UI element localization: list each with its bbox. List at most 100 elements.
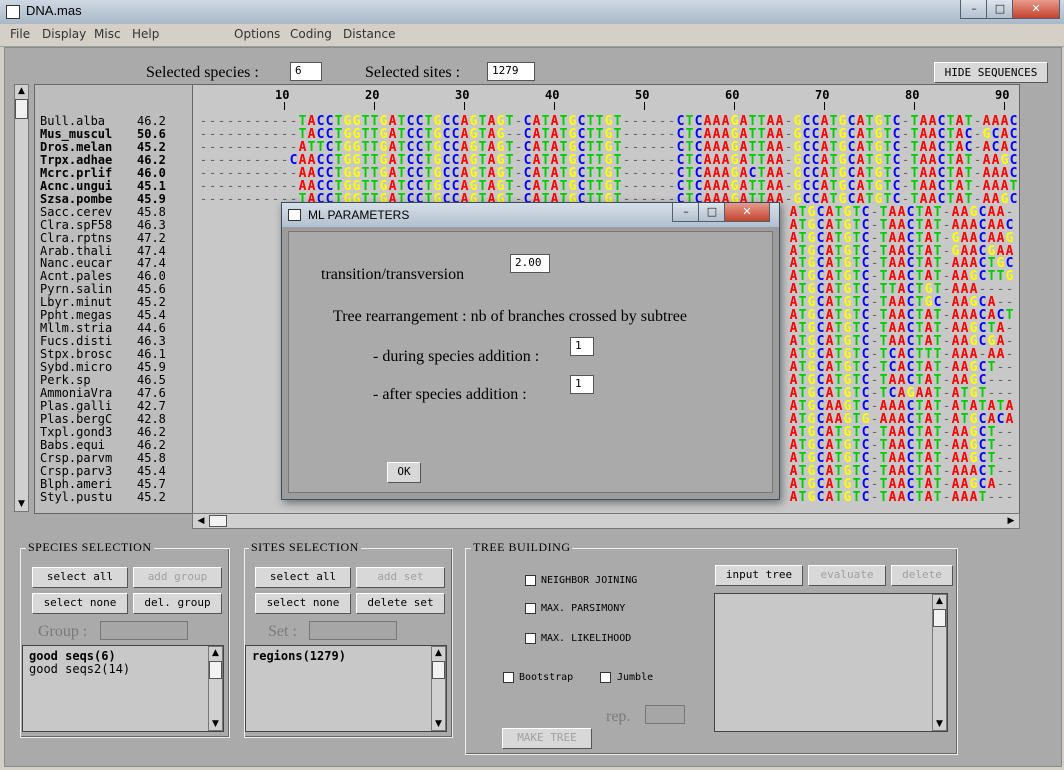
list-item[interactable]: good seqs(6): [29, 649, 116, 663]
set-name-input[interactable]: [309, 621, 397, 640]
species-row[interactable]: Styl.pustu 45.2: [40, 490, 166, 504]
sites-select-all-button[interactable]: select all: [255, 567, 351, 588]
jumble-checkbox[interactable]: [600, 672, 611, 683]
max-parsimony-checkbox[interactable]: [525, 603, 536, 614]
max-likelihood-checkbox[interactable]: [525, 633, 536, 644]
delete-set-button[interactable]: delete set: [356, 593, 445, 614]
vertical-scrollbar[interactable]: ▲ ▼: [14, 84, 29, 512]
groups-list-scrollbar[interactable]: ▲ ▼: [208, 646, 223, 731]
sequence-row[interactable]: ----------CAACCTGGTTGATCCTGCCAGTAGT-CATA…: [199, 154, 1019, 167]
delete-tree-button[interactable]: delete: [891, 565, 953, 586]
scroll-thumb[interactable]: [933, 609, 946, 627]
add-group-button[interactable]: add group: [133, 567, 222, 588]
sets-list-scrollbar[interactable]: ▲ ▼: [431, 646, 446, 731]
add-set-button[interactable]: add set: [356, 567, 445, 588]
selected-species-field[interactable]: 6: [290, 62, 322, 81]
menu-help[interactable]: Help: [132, 27, 159, 41]
species-score: 46.0: [137, 165, 166, 180]
species-name: Szsa.pombe: [40, 191, 113, 206]
trees-list[interactable]: ▲ ▼: [714, 593, 948, 732]
dialog-maximize-button[interactable]: □: [698, 203, 726, 222]
sites-select-none-button[interactable]: select none: [255, 593, 351, 614]
window-title: DNA.mas: [26, 3, 82, 18]
sites-sets-list[interactable]: regions(1279) ▲ ▼: [245, 645, 447, 732]
menu-options[interactable]: Options: [234, 27, 280, 41]
scroll-right-icon[interactable]: ▶: [1005, 515, 1017, 527]
horizontal-scrollbar[interactable]: ◀ ▶: [192, 513, 1020, 529]
minimize-button[interactable]: –: [960, 0, 988, 19]
ruler-label: 20: [365, 88, 380, 102]
sequence-row[interactable]: ATGCAAGTG-AAACTAT-ATGCACA: [789, 413, 1014, 426]
dialog-minimize-button[interactable]: –: [672, 203, 700, 222]
sequence-row[interactable]: ATGCATGTC-TAACTAT-AAGCAA-: [789, 206, 1014, 219]
ok-button[interactable]: OK: [387, 462, 421, 483]
scroll-thumb[interactable]: [15, 99, 28, 119]
scroll-thumb[interactable]: [209, 661, 222, 679]
group-name-input[interactable]: [100, 621, 188, 640]
species-select-all-button[interactable]: select all: [32, 567, 128, 588]
input-tree-button[interactable]: input tree: [715, 565, 803, 586]
del-group-button[interactable]: del. group: [133, 593, 222, 614]
scroll-up-icon[interactable]: ▲: [15, 85, 28, 97]
during-addition-input[interactable]: 1: [570, 337, 594, 356]
sequence-row[interactable]: ATGCATGTC-TAACTAT-AAGCT--: [789, 439, 1014, 452]
scroll-thumb[interactable]: [432, 661, 445, 679]
menu-misc[interactable]: Misc: [94, 27, 121, 41]
scroll-down-icon[interactable]: ▼: [933, 718, 946, 730]
species-score: 45.8: [137, 204, 166, 219]
sequence-row[interactable]: ATGCATGTC-TAACTAT-GAACAAG: [789, 232, 1014, 245]
menu-distance[interactable]: Distance: [343, 27, 395, 41]
evaluate-button[interactable]: evaluate: [808, 565, 886, 586]
close-button[interactable]: ✕: [1012, 0, 1060, 19]
sequence-row[interactable]: ATGCATGTC-TAACTAT-AAGCA--: [789, 478, 1014, 491]
bootstrap-checkbox[interactable]: [503, 672, 514, 683]
hscroll-thumb[interactable]: [209, 515, 227, 527]
species-name: Lbyr.minut: [40, 295, 113, 310]
rep-input[interactable]: [645, 705, 685, 724]
sequence-row[interactable]: ATGCATGTC-TAACTAT-AAGCT--: [789, 426, 1014, 439]
ruler-tick: [734, 102, 735, 110]
menu-display[interactable]: Display: [42, 27, 86, 41]
sequence-row[interactable]: ATGCATGTC-TAACTAT-AAACT--: [789, 465, 1014, 478]
hide-sequences-button[interactable]: HIDE SEQUENCES: [934, 62, 1048, 83]
dialog-titlebar[interactable]: ML PARAMETERS – □ ✕: [282, 203, 779, 227]
scroll-down-icon[interactable]: ▼: [15, 498, 28, 510]
list-item[interactable]: good seqs2(14): [29, 662, 130, 676]
species-select-none-button[interactable]: select none: [32, 593, 128, 614]
dialog-close-button[interactable]: ✕: [724, 203, 770, 222]
ruler-tick: [464, 102, 465, 110]
menu-coding[interactable]: Coding: [290, 27, 332, 41]
sequence-row[interactable]: ATGCATGTC-TAACTAT-AAACAAC: [789, 219, 1014, 232]
sequence-row[interactable]: -----------ATTCTGGTTGATCCTGCCAGTAGT-CATA…: [199, 141, 1019, 154]
species-name: Sacc.cerev: [40, 204, 113, 219]
species-score: 50.6: [137, 126, 166, 141]
selected-sites-field[interactable]: 1279: [487, 62, 535, 81]
after-addition-input[interactable]: 1: [570, 375, 594, 394]
trees-list-scrollbar[interactable]: ▲ ▼: [932, 594, 947, 731]
sequence-row[interactable]: ATGCATGTC-TCAGAAT-ATGT---: [789, 387, 1014, 400]
species-name: Txpl.gond3: [40, 424, 113, 439]
sequence-row[interactable]: ATGCATGTC-TAACTAT-AAGCT--: [789, 452, 1014, 465]
menu-file[interactable]: File: [10, 27, 30, 41]
scroll-up-icon[interactable]: ▲: [432, 647, 445, 659]
sequence-row[interactable]: -----------AACCTGGTTGATCCTGCCAGTAGT-CATA…: [199, 180, 1019, 193]
maximize-button[interactable]: □: [986, 0, 1014, 19]
scroll-up-icon[interactable]: ▲: [933, 595, 946, 607]
sequence-row[interactable]: ATGCATGTC-TAACTAT-AAAT---: [789, 491, 1014, 504]
scroll-down-icon[interactable]: ▼: [209, 718, 222, 730]
transition-transversion-input[interactable]: 2.00: [510, 254, 550, 273]
list-item[interactable]: regions(1279): [252, 649, 346, 663]
neighbor-joining-checkbox[interactable]: [525, 575, 536, 586]
scroll-up-icon[interactable]: ▲: [209, 647, 222, 659]
species-score: 45.7: [137, 476, 166, 491]
sequence-row[interactable]: -----------AACCTGGTTGATCCTGCCAGTAGT-CATA…: [199, 167, 1019, 180]
sequence-row[interactable]: -----------TACCTGGTTGATCCTGCCAGTAG--CATA…: [199, 128, 1019, 141]
make-tree-button[interactable]: MAKE TREE: [502, 728, 592, 749]
scroll-left-icon[interactable]: ◀: [195, 515, 207, 527]
species-list[interactable]: Bull.alba 46.2 Mus_muscul 50.6 Dros.melan 45.…: [34, 84, 194, 514]
ruler-label: 30: [455, 88, 470, 102]
species-groups-list[interactable]: good seqs(6) good seqs2(14) ▲ ▼: [22, 645, 224, 732]
scroll-down-icon[interactable]: ▼: [432, 718, 445, 730]
window-titlebar[interactable]: DNA.mas – □ ✕: [0, 0, 1064, 25]
sequence-row[interactable]: ATGCAAGTC-AAACTAT-ATATATA: [789, 400, 1014, 413]
